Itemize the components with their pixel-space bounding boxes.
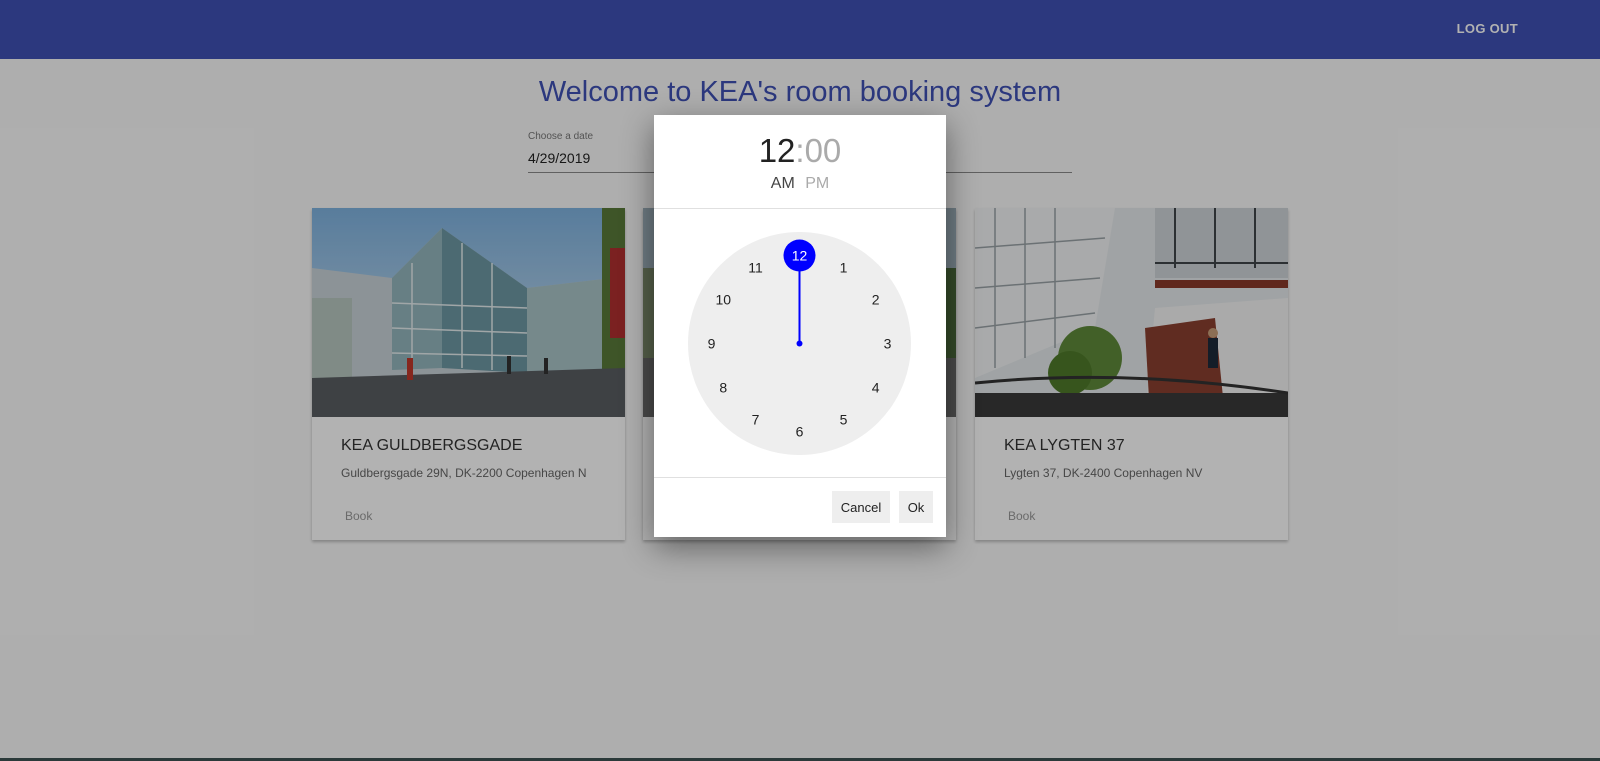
clock-number-2[interactable]: 2 [872,292,880,308]
clock-number-12[interactable]: 12 [792,248,808,264]
clock-center-dot [796,340,803,347]
clock-number-9[interactable]: 9 [708,336,716,352]
am-option[interactable]: AM [771,175,795,192]
time-picker-header: 12:00 AM PM [654,115,946,209]
ok-button[interactable]: Ok [899,491,933,523]
dialog-divider [654,477,946,478]
time-display: 12:00 [654,131,946,171]
clock-number-6[interactable]: 6 [796,424,804,440]
clock-number-1[interactable]: 1 [840,259,848,275]
pm-option[interactable]: PM [805,175,829,192]
clock-number-7[interactable]: 7 [752,412,760,428]
am-pm-toggle: AM PM [654,175,946,193]
clock-number-5[interactable]: 5 [840,412,848,428]
clock-number-4[interactable]: 4 [872,380,880,396]
hour-display[interactable]: 12 [759,132,796,169]
time-separator: : [795,132,805,169]
clock-svg[interactable]: 121234567891011 [688,232,911,455]
clock-number-3[interactable]: 3 [884,336,892,352]
clock-number-10[interactable]: 10 [716,292,732,308]
clock-number-11[interactable]: 11 [748,259,763,275]
cancel-button[interactable]: Cancel [832,491,890,523]
clock-face[interactable]: 12 1 2 3 4 5 6 7 8 9 10 11 [688,232,911,455]
clock-number-8[interactable]: 8 [719,380,727,396]
time-picker-dialog: 12:00 AM PM 12 1 2 3 4 5 6 7 8 9 10 11 Cancel Ok [654,115,946,537]
minutes-display[interactable]: 00 [805,132,842,169]
